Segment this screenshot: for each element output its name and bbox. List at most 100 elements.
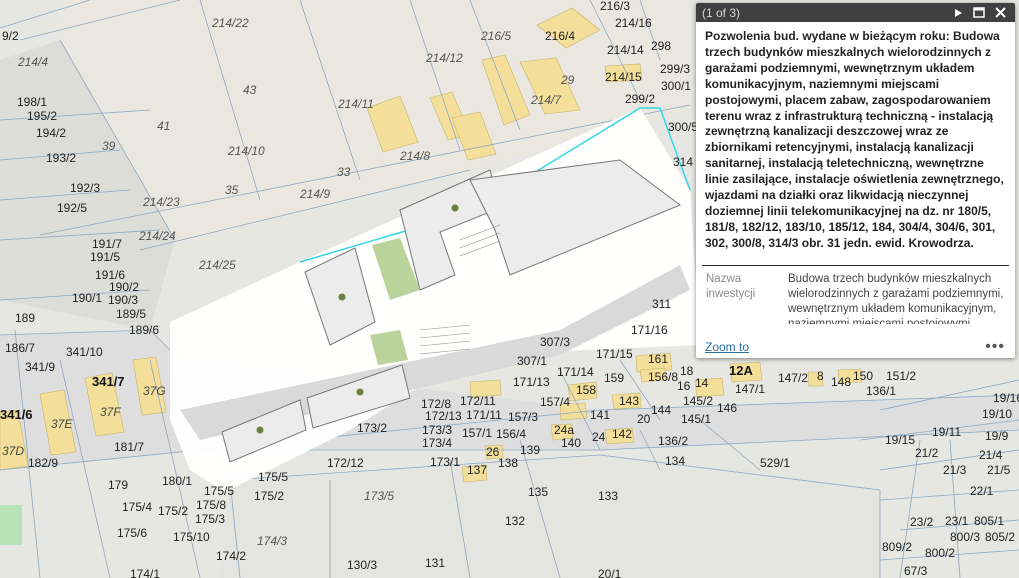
parcel-label: 216/3 — [600, 0, 630, 13]
parcel-label: 214/7 — [530, 93, 562, 107]
parcel-label: 194/2 — [36, 126, 66, 140]
parcel-label: 157/1 — [462, 426, 492, 440]
parcel-label: 37F — [100, 405, 121, 419]
parcel-label: 214/10 — [227, 144, 265, 158]
parcel-area-south — [220, 455, 880, 578]
more-options-icon[interactable]: ••• — [985, 338, 1005, 356]
parcel-label: 191/5 — [90, 250, 120, 264]
parcel-label: 214/14 — [607, 43, 644, 57]
parcel-label: 181/7 — [114, 440, 144, 454]
popup-count: (1 of 3) — [702, 5, 741, 20]
parcel-label: 174/1 — [130, 567, 160, 578]
parcel-label: 214/23 — [142, 195, 180, 209]
parcel-label: 192/5 — [57, 201, 87, 215]
parcel-label: 175/2 — [254, 489, 284, 503]
parcel-label: 37E — [51, 417, 73, 431]
parcel-label: 214/9 — [299, 187, 330, 201]
parcel-label: 19/9 — [985, 429, 1009, 443]
parcel-label: 130/3 — [347, 558, 377, 572]
parcel-label: 214/25 — [198, 258, 236, 272]
parcel-label: 174/3 — [257, 534, 287, 548]
parcel-label: 23/2 — [910, 515, 934, 529]
parcel-label: 809/2 — [882, 540, 912, 554]
parcel-label: 182/9 — [28, 456, 58, 470]
parcel-label: 148 — [831, 375, 851, 389]
parcel-label: 214/15 — [605, 70, 642, 84]
parcel-label: 41 — [157, 119, 170, 133]
parcel-label: 175/2 — [158, 504, 188, 518]
parcel-label: 39 — [102, 139, 116, 153]
parcel-label: 172/12 — [327, 456, 364, 470]
popup-title: Pozwolenia bud. wydane w bieżącym roku: … — [705, 29, 1004, 250]
parcel-label: 21/4 — [979, 448, 1003, 462]
parcel-label: 299/2 — [625, 92, 655, 106]
parcel-label: 198/1 — [17, 95, 47, 109]
parcel-label: 298 — [651, 39, 671, 53]
parcel-label: 37D — [2, 444, 24, 458]
parcel-label: 18 — [680, 364, 694, 378]
parcel-label: 190/2 — [109, 280, 139, 294]
parcel-label: 190/1 — [72, 291, 102, 305]
popup-header: (1 of 3) — [696, 3, 1015, 22]
parcel-label: 9/2 — [2, 29, 19, 43]
parcel-label: 24a — [554, 423, 574, 437]
feature-popup[interactable]: (1 of 3) Pozwolenia bud. wydane w bieżąc… — [696, 3, 1015, 358]
parcel-label: 314 — [673, 155, 693, 169]
parcel-label: 23/1 — [945, 514, 969, 528]
close-icon[interactable] — [991, 5, 1009, 21]
parcel-label: 151/2 — [886, 369, 916, 383]
parcel-label: 186/7 — [5, 341, 35, 355]
parcel-label: 145/1 — [681, 412, 711, 426]
play-next-icon[interactable] — [949, 5, 967, 21]
parcel-label: 174/2 — [216, 549, 246, 563]
parcel-label: 173/1 — [430, 455, 460, 469]
parcel-label: 136/2 — [658, 434, 688, 448]
parcel-label: 131 — [425, 556, 445, 570]
parcel-label: 147/1 — [735, 382, 765, 396]
dock-icon[interactable] — [970, 5, 988, 21]
parcel-label: 171/15 — [596, 347, 633, 361]
parcel-label: 193/2 — [46, 151, 76, 165]
parcel-label: 175/10 — [173, 530, 210, 544]
parcel-label: 24 — [592, 430, 606, 444]
parcel-label: 158 — [576, 383, 596, 397]
parcel-label: 147/2 — [778, 371, 808, 385]
parcel-label: 144 — [651, 403, 671, 417]
parcel-label: 214/24 — [138, 229, 176, 243]
field-value: Budowa trzech budynków mieszkalnych wiel… — [788, 273, 1004, 324]
parcel-label: 137 — [467, 463, 487, 477]
parcel-label: 150 — [853, 369, 873, 383]
field-label: Nazwa inwestycji — [706, 273, 756, 300]
parcel-label: 214/8 — [399, 149, 430, 163]
parcel-label: 175/5 — [204, 484, 234, 498]
parcel-label: 341/10 — [66, 345, 103, 359]
parcel-label: 173/5 — [364, 489, 394, 503]
parcel-label: 133 — [598, 489, 618, 503]
parcel-label: 172/11 — [460, 394, 496, 408]
parcel-label: 800/3 — [950, 530, 980, 544]
parcel-label: 307/1 — [517, 354, 547, 368]
parcel-label: 20 — [637, 412, 651, 426]
zoom-to-link[interactable]: Zoom to — [705, 340, 985, 354]
parcel-label: 529/1 — [760, 456, 790, 470]
parcel-label: 161 — [648, 352, 668, 366]
parcel-label: 145/2 — [683, 394, 713, 408]
parcel-label: 214/11 — [337, 97, 374, 111]
parcel-label: 341/6 — [0, 407, 33, 422]
parcel-label: 140 — [561, 436, 581, 450]
parcel-label: 156/8 — [648, 370, 678, 384]
parcel-label: 171/14 — [557, 365, 594, 379]
parcel-label: 157/3 — [508, 410, 538, 424]
parcel-label: 146 — [717, 401, 737, 415]
parcel-label: 189/6 — [129, 323, 159, 337]
parcel-label: 8 — [817, 369, 824, 383]
parcel-label: 805/1 — [974, 514, 1004, 528]
parcel-label: 173/2 — [357, 421, 387, 435]
popup-attribute-table[interactable]: Nazwa inwestycji Budowa trzech budynków … — [696, 266, 1015, 324]
parcel-label: 214/12 — [425, 51, 463, 65]
parcel-label: 307/3 — [540, 335, 570, 349]
parcel-label: 35 — [225, 183, 239, 197]
parcel-label: 21/5 — [987, 463, 1011, 477]
parcel-label: 142 — [612, 427, 632, 441]
parcel-label: 33 — [337, 165, 351, 179]
